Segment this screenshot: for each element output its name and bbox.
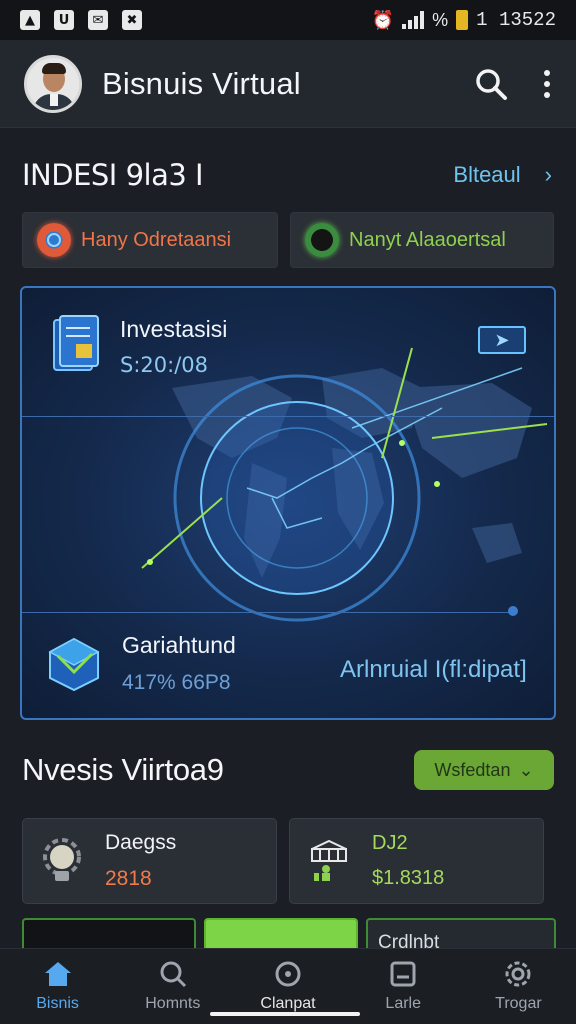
avatar[interactable] [24,54,82,113]
filter-dropdown[interactable]: Wsfedtan ⌄ [414,750,554,790]
globe-icon [37,223,71,257]
home-indicator[interactable] [210,1012,360,1016]
nav-item-trogar[interactable]: Trogar [461,949,576,1024]
section-header-2: Nvesis Viirtoa9 Wsfedtan ⌄ [22,750,554,790]
expand-button[interactable]: ➤ [478,326,526,354]
settings-icon [505,961,531,987]
chip-orange[interactable]: Hany Odretaansi [22,212,278,268]
garansi-title: Gariahtund [122,632,236,658]
card-value: 2818 [105,867,152,890]
hero-link[interactable]: Arlnruial I(fl:dipat] [340,656,527,684]
bank-chart-icon [311,839,347,881]
image-notification-icon: ▲ [20,10,40,30]
nav-label: Clanpat [260,995,316,1012]
signal-icon [402,11,425,29]
app-notification-icon: U [54,10,74,30]
divider [22,612,512,613]
chip-green[interactable]: Nanyt Alaaoertsal [290,212,554,268]
tool-notification-icon: ✖ [122,10,142,30]
wallet-icon [390,961,416,987]
card-title: Daegss [105,831,177,854]
investasi-block[interactable]: Investasisi S:20:/08 [50,314,227,378]
chip-label: Hany Odretaansi [81,228,232,251]
section-title: INDESI 9la3 I [22,158,204,192]
status-right: ⏰ % 1 13522 [372,9,556,31]
garansi-block[interactable]: Gariahtund 417% 66P8 [46,632,236,695]
cube-icon [48,637,100,691]
chevron-down-icon: ⌄ [518,759,534,780]
notification-icons: ▲ U ✉ ✖ [20,10,142,30]
home-icon [44,962,71,986]
arrow-right-icon: ➤ [494,329,510,350]
garansi-value: 417% 66P8 [122,671,231,694]
card-title: DJ2 [372,832,408,854]
status-bar: ▲ U ✉ ✖ ⏰ % 1 13522 [0,0,576,40]
battery-icon [456,10,469,30]
section-header: INDESI 9la3 I Blteaul › [22,158,552,192]
filter-chips: Hany Odretaansi Nanyt Alaaoertsal [22,212,554,268]
stat-cards: Daegss 2818 DJ2 $1.8318 [22,818,544,904]
nav-item-bisnis[interactable]: Bisnis [0,949,115,1024]
section-title-2: Nvesis Viirtoa9 [22,752,224,787]
stat-card[interactable]: DJ2 $1.8318 [289,818,544,904]
stat-card[interactable]: Daegss 2818 [22,818,277,904]
globe-dark-icon [305,223,339,257]
nav-label: Trogar [495,995,542,1012]
more-options-icon[interactable] [542,69,552,98]
mail-notification-icon: ✉ [88,10,108,30]
section-link-label: Blteaul [453,162,521,187]
app-bar: Bisnuis Virtual [0,40,576,128]
nav-label: Bisnis [36,995,79,1012]
clock: 1 13522 [476,9,556,31]
search-icon[interactable] [474,67,508,101]
investasi-value: S:20:/08 [120,352,208,377]
divider [22,416,554,417]
lightbulb-gear-icon [43,838,81,881]
document-chart-icon [53,315,99,371]
search-icon [160,961,186,988]
nav-item-larle[interactable]: Larle [346,949,461,1024]
page-title: Bisnuis Virtual [102,65,301,101]
main-content: INDESI 9la3 I Blteaul › Hany Odretaansi … [0,128,576,958]
section-link[interactable]: Blteaul › [453,162,552,188]
investment-hero-card[interactable]: Investasisi S:20:/08 ➤ Gariahtund 417% 6… [20,286,556,720]
compass-icon [275,961,301,987]
chip-label: Nanyt Alaaoertsal [349,228,506,251]
divider-dot [508,606,518,616]
card-value: $1.8318 [372,867,445,889]
dropdown-label: Wsfedtan [434,759,511,780]
battery-percent: % [432,9,449,30]
investasi-title: Investasisi [120,315,228,342]
chevron-right-icon: › [544,162,552,187]
nav-label: Larle [385,995,421,1012]
alarm-icon: ⏰ [371,9,395,30]
nav-label: Homnts [145,995,201,1012]
